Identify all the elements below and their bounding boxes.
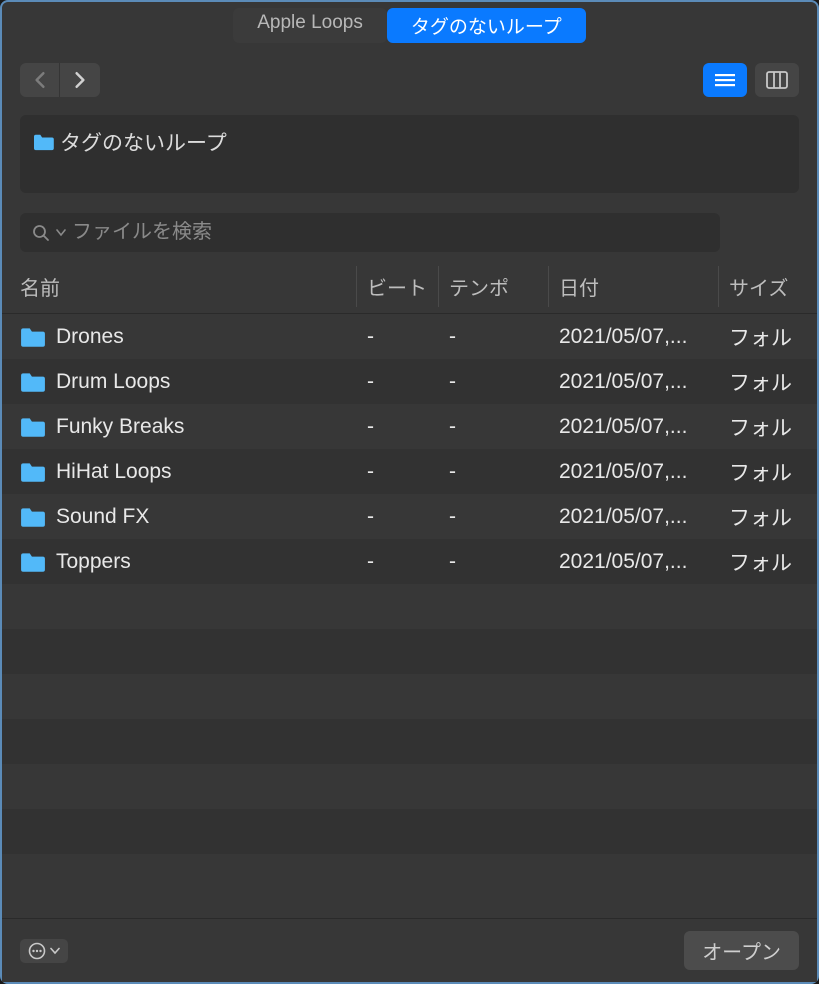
column-header-beat[interactable]: ビート [357, 266, 439, 307]
cell-size: フォル [719, 547, 817, 577]
search-icon [32, 224, 50, 242]
folder-icon [20, 326, 46, 348]
open-button[interactable]: オープン [684, 931, 799, 970]
cell-name: Toppers [2, 550, 357, 574]
chevron-down-icon [56, 229, 66, 237]
table-row[interactable]: Drones - - 2021/05/07,... フォル [2, 314, 817, 359]
cell-beat: - [357, 550, 439, 574]
nav-button-group [20, 63, 100, 97]
table-row-empty [2, 764, 817, 809]
folder-icon [20, 551, 46, 573]
table-row-empty [2, 674, 817, 719]
folder-icon [20, 506, 46, 528]
path-bar: タグのないループ [20, 115, 799, 193]
cell-date: 2021/05/07,... [549, 505, 719, 529]
column-header-tempo[interactable]: テンポ [439, 266, 549, 307]
cell-size: フォル [719, 367, 817, 397]
cell-tempo: - [439, 415, 549, 439]
cell-tempo: - [439, 505, 549, 529]
loop-browser-window: Apple Loops タグのないループ [0, 0, 819, 984]
file-name: Drum Loops [56, 370, 170, 394]
column-header-size[interactable]: サイズ [719, 266, 817, 307]
ellipsis-circle-icon [28, 942, 46, 960]
tab-untagged-loops[interactable]: タグのないループ [387, 8, 586, 43]
cell-date: 2021/05/07,... [549, 550, 719, 574]
search-bar[interactable] [20, 213, 720, 252]
folder-icon [20, 416, 46, 438]
cell-date: 2021/05/07,... [549, 460, 719, 484]
cell-tempo: - [439, 460, 549, 484]
file-name: Funky Breaks [56, 415, 184, 439]
cell-beat: - [357, 460, 439, 484]
cell-name: Sound FX [2, 505, 357, 529]
navigation-toolbar [2, 51, 817, 109]
current-path-item[interactable]: タグのないループ [32, 127, 227, 157]
browser-mode-tabs: Apple Loops タグのないループ [2, 2, 817, 51]
cell-size: フォル [719, 412, 817, 442]
file-table: 名前 ビート テンポ 日付 サイズ Drones - - 2021/05/07,… [2, 266, 817, 918]
table-body: Drones - - 2021/05/07,... フォル Drum Loops… [2, 314, 817, 918]
cell-date: 2021/05/07,... [549, 325, 719, 349]
cell-size: フォル [719, 457, 817, 487]
table-row-empty [2, 719, 817, 764]
cell-tempo: - [439, 370, 549, 394]
table-header: 名前 ビート テンポ 日付 サイズ [2, 266, 817, 314]
list-view-button[interactable] [703, 63, 747, 97]
column-header-date[interactable]: 日付 [549, 266, 719, 307]
file-name: Toppers [56, 550, 131, 574]
column-view-button[interactable] [755, 63, 799, 97]
tab-apple-loops[interactable]: Apple Loops [233, 8, 387, 43]
cell-beat: - [357, 370, 439, 394]
table-row-empty [2, 584, 817, 629]
chevron-right-icon [73, 71, 87, 89]
cell-size: フォル [719, 322, 817, 352]
list-icon [714, 72, 736, 88]
path-label: タグのないループ [60, 127, 227, 157]
table-row[interactable]: Funky Breaks - - 2021/05/07,... フォル [2, 404, 817, 449]
action-menu-button[interactable] [20, 939, 68, 963]
folder-icon [32, 133, 54, 151]
cell-name: HiHat Loops [2, 460, 357, 484]
folder-icon [20, 461, 46, 483]
cell-date: 2021/05/07,... [549, 415, 719, 439]
view-mode-group [703, 63, 799, 97]
table-row[interactable]: Sound FX - - 2021/05/07,... フォル [2, 494, 817, 539]
table-row[interactable]: Toppers - - 2021/05/07,... フォル [2, 539, 817, 584]
columns-icon [766, 71, 788, 89]
file-name: Sound FX [56, 505, 149, 529]
table-row[interactable]: HiHat Loops - - 2021/05/07,... フォル [2, 449, 817, 494]
file-name: Drones [56, 325, 124, 349]
cell-name: Funky Breaks [2, 415, 357, 439]
chevron-left-icon [33, 71, 47, 89]
cell-beat: - [357, 415, 439, 439]
cell-name: Drones [2, 325, 357, 349]
cell-date: 2021/05/07,... [549, 370, 719, 394]
forward-button[interactable] [60, 63, 100, 97]
file-name: HiHat Loops [56, 460, 172, 484]
table-row-empty [2, 809, 817, 854]
cell-tempo: - [439, 325, 549, 349]
cell-beat: - [357, 505, 439, 529]
table-row[interactable]: Drum Loops - - 2021/05/07,... フォル [2, 359, 817, 404]
folder-icon [20, 371, 46, 393]
cell-beat: - [357, 325, 439, 349]
cell-name: Drum Loops [2, 370, 357, 394]
column-header-name[interactable]: 名前 [2, 266, 357, 307]
search-input[interactable] [72, 221, 708, 244]
chevron-down-icon [50, 947, 60, 955]
table-row-empty [2, 629, 817, 674]
cell-tempo: - [439, 550, 549, 574]
cell-size: フォル [719, 502, 817, 532]
footer-bar: オープン [2, 918, 817, 982]
back-button[interactable] [20, 63, 60, 97]
